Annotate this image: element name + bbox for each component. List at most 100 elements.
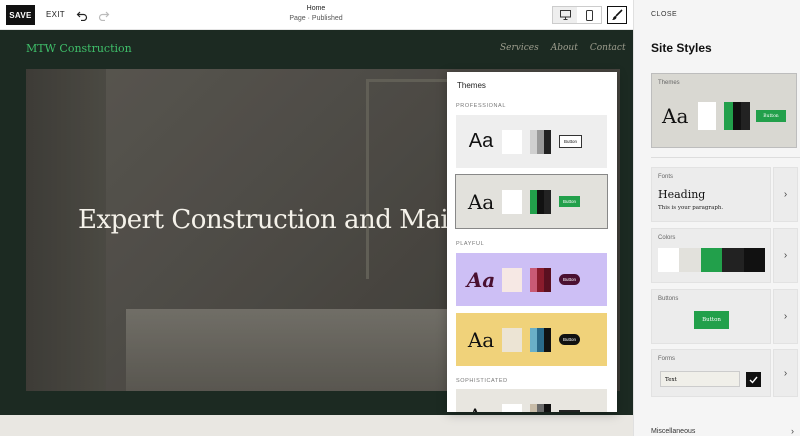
theme-swatch-strip xyxy=(724,102,751,130)
theme-swatch-light xyxy=(502,129,522,154)
theme-button-sample: Button xyxy=(559,274,581,285)
miscellaneous-chevron-right-icon[interactable]: › xyxy=(791,426,794,436)
theme-card-inner: Aa Button xyxy=(462,181,601,222)
forms-card[interactable]: Forms Text xyxy=(651,349,771,397)
theme-card[interactable]: Aa Button xyxy=(456,313,607,366)
theme-swatch-strip xyxy=(530,129,551,154)
category-professional: PROFESSIONAL xyxy=(456,103,506,109)
theme-swatch-light xyxy=(502,189,522,214)
theme-button-sample: Button xyxy=(559,135,583,148)
theme-card-inner: Aa Button xyxy=(462,319,601,360)
mobile-view-button[interactable] xyxy=(577,7,601,23)
category-playful: PLAYFUL xyxy=(456,241,485,247)
category-sophisticated: SOPHISTICATED xyxy=(456,378,508,384)
site-nav: Services About Contact xyxy=(500,43,626,53)
theme-card-inner: Aa Button xyxy=(462,395,601,412)
theme-aa-sample: Aa xyxy=(462,404,500,413)
themes-panel-title: Themes xyxy=(457,81,486,90)
theme-card[interactable]: Aa Button xyxy=(456,253,607,306)
theme-button-sample: Button xyxy=(559,410,581,412)
theme-label: Themes xyxy=(658,80,680,86)
redo-icon[interactable] xyxy=(98,9,110,21)
theme-aa-sample: Aa xyxy=(468,130,494,152)
save-button[interactable]: SAVE xyxy=(6,5,35,25)
forms-chevron-right-icon[interactable]: › xyxy=(773,349,798,397)
fonts-heading-sample: Heading xyxy=(658,188,706,201)
page-title[interactable]: Home xyxy=(256,5,376,12)
nav-link-contact[interactable]: Contact xyxy=(590,43,626,53)
canvas-footer xyxy=(0,415,633,436)
theme-preview-button: Button xyxy=(756,110,786,122)
page-status: Page · Published xyxy=(289,15,343,22)
theme-swatch xyxy=(530,129,537,154)
theme-swatch-light xyxy=(698,102,716,130)
exit-button[interactable]: EXIT xyxy=(46,10,65,19)
theme-swatch xyxy=(530,189,537,214)
device-toggle xyxy=(552,6,602,24)
theme-swatch xyxy=(537,327,544,352)
divider xyxy=(651,157,800,158)
theme-swatch-light xyxy=(502,327,522,352)
editor-window: SAVE EXIT Home Page · Published MTW Cons… xyxy=(0,0,800,436)
top-toolbar: SAVE EXIT Home Page · Published xyxy=(0,0,633,30)
theme-aa-sample: Aa xyxy=(467,327,495,352)
theme-card-inner: Aa Button xyxy=(462,259,601,300)
colors-chevron-right-icon[interactable]: › xyxy=(773,228,798,283)
theme-swatch xyxy=(530,403,537,412)
theme-swatch xyxy=(544,327,551,352)
fonts-card[interactable]: Fonts Heading This is your paragraph. xyxy=(651,167,771,222)
nav-link-services[interactable]: Services xyxy=(500,43,539,53)
theme-aa-sample: Aa xyxy=(467,189,495,214)
buttons-sample: Button xyxy=(694,311,729,329)
sidebar-title: Site Styles xyxy=(651,41,712,55)
theme-card-selected[interactable]: Aa Button xyxy=(455,174,608,229)
desktop-view-button[interactable] xyxy=(553,7,577,23)
theme-swatch xyxy=(544,129,551,154)
forms-text-sample: Text xyxy=(660,371,740,387)
fonts-paragraph-sample: This is your paragraph. xyxy=(658,205,724,211)
theme-card-inner: Aa Button xyxy=(462,121,601,162)
theme-button-sample: Button xyxy=(559,196,581,207)
theme-swatch-light xyxy=(502,403,522,412)
checkbox-icon xyxy=(746,372,761,387)
themes-panel: Themes PROFESSIONAL PLAYFUL SOPHISTICATE… xyxy=(447,72,617,412)
theme-swatch-strip xyxy=(530,189,551,214)
mobile-icon xyxy=(585,9,593,21)
theme-aa-sample: Aa xyxy=(466,267,496,292)
theme-preview-aa: Aa xyxy=(662,104,689,128)
theme-swatch xyxy=(537,129,544,154)
fonts-chevron-right-icon[interactable]: › xyxy=(773,167,798,222)
theme-swatch xyxy=(544,267,551,292)
buttons-card[interactable]: Buttons Button xyxy=(651,289,771,344)
site-logo[interactable]: MTW Construction xyxy=(26,42,132,55)
theme-swatch xyxy=(530,327,537,352)
theme-swatch xyxy=(537,267,544,292)
fonts-label: Fonts xyxy=(658,174,674,180)
miscellaneous-link[interactable]: Miscellaneous xyxy=(651,428,695,435)
theme-swatch-light xyxy=(502,267,522,292)
colors-swatches xyxy=(658,248,766,272)
theme-swatch xyxy=(537,403,544,412)
colors-label: Colors xyxy=(658,235,676,241)
theme-swatch-strip xyxy=(530,403,551,412)
forms-label: Forms xyxy=(658,356,675,362)
theme-button-sample: Button xyxy=(559,334,581,345)
theme-card[interactable]: Aa Button xyxy=(456,389,607,412)
nav-link-about[interactable]: About xyxy=(551,43,578,53)
undo-icon[interactable] xyxy=(76,9,88,21)
buttons-label: Buttons xyxy=(658,296,679,302)
colors-card[interactable]: Colors xyxy=(651,228,771,283)
paintbrush-icon xyxy=(612,9,623,20)
close-button[interactable]: CLOSE xyxy=(651,11,677,18)
site-styles-sidebar: CLOSE Site Styles Themes Aa Button Fonts… xyxy=(633,0,800,436)
theme-card[interactable]: Aa Button xyxy=(456,115,607,168)
theme-swatch-strip xyxy=(530,267,551,292)
theme-swatch-strip xyxy=(530,327,551,352)
buttons-chevron-right-icon[interactable]: › xyxy=(773,289,798,344)
theme-swatch xyxy=(537,189,544,214)
current-theme-card[interactable]: Themes Aa Button xyxy=(651,73,797,148)
site-styles-button[interactable] xyxy=(607,6,627,24)
theme-swatch xyxy=(530,267,537,292)
theme-swatch xyxy=(544,403,551,412)
theme-swatch xyxy=(544,189,551,214)
